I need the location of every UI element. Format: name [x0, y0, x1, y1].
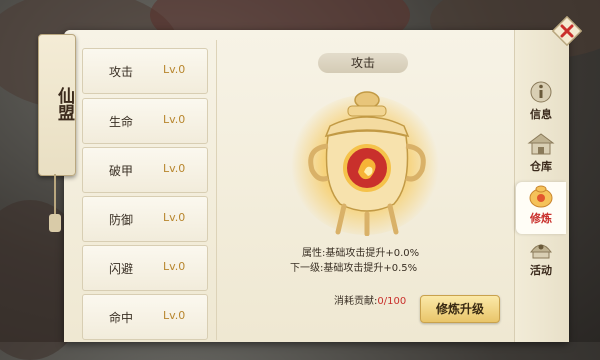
item-name: 破甲 [109, 164, 134, 178]
tassel [54, 174, 56, 218]
detail-title: 攻击 [318, 53, 408, 73]
tab-cultivate[interactable]: 修炼 [516, 182, 566, 234]
next-level-attribute: 下一级:基础攻击提升+0.5% [290, 263, 418, 274]
item-name: 闪避 [109, 262, 134, 276]
list-item[interactable]: 闪避 Lv.0 [82, 245, 208, 291]
tab-label: 活动 [530, 264, 552, 277]
info-icon [530, 81, 552, 103]
cost-value: 0/100 [377, 296, 407, 307]
close-icon [552, 16, 582, 46]
list-item[interactable]: 防御 Lv.0 [82, 196, 208, 242]
guild-scroll-tag: 仙盟 [38, 34, 76, 176]
tab-label: 仓库 [530, 160, 552, 173]
activity-icon [530, 244, 552, 259]
divider [216, 40, 217, 340]
upgrade-button[interactable]: 修炼升级 [420, 295, 500, 323]
tab-activity[interactable]: 活动 [516, 234, 566, 286]
item-level: Lv.0 [163, 211, 186, 224]
list-item[interactable]: 命中 Lv.0 [82, 294, 208, 340]
page-title: 仙盟 [54, 87, 74, 121]
cauldron-icon [308, 91, 426, 236]
item-level: Lv.0 [163, 260, 186, 273]
cost-text: 消耗贡献:0/100 [334, 292, 406, 307]
item-name: 防御 [109, 213, 134, 227]
item-level: Lv.0 [163, 113, 186, 126]
close-button[interactable] [552, 16, 582, 46]
tassel-end [49, 214, 61, 232]
tab-info[interactable]: 信息 [516, 78, 566, 130]
tab-label: 信息 [530, 108, 552, 121]
list-item[interactable]: 破甲 Lv.0 [82, 147, 208, 193]
cultivate-icon [529, 185, 553, 208]
item-level: Lv.0 [163, 309, 186, 322]
warehouse-icon [527, 133, 555, 155]
cost-label: 消耗贡献: [334, 296, 378, 307]
list-item[interactable]: 攻击 Lv.0 [82, 48, 208, 94]
skill-list: 攻击 Lv.0 生命 Lv.0 破甲 Lv.0 防御 Lv.0 闪避 Lv.0 … [82, 48, 210, 342]
item-name: 生命 [109, 115, 134, 129]
list-item[interactable]: 生命 Lv.0 [82, 98, 208, 144]
current-attribute: 属性:基础攻击提升+0.0% [302, 248, 420, 259]
item-name: 命中 [109, 311, 134, 325]
item-name: 攻击 [109, 65, 134, 79]
item-level: Lv.0 [163, 63, 186, 76]
item-level: Lv.0 [163, 162, 186, 175]
tab-label: 修炼 [530, 212, 552, 225]
tab-warehouse[interactable]: 仓库 [516, 130, 566, 182]
